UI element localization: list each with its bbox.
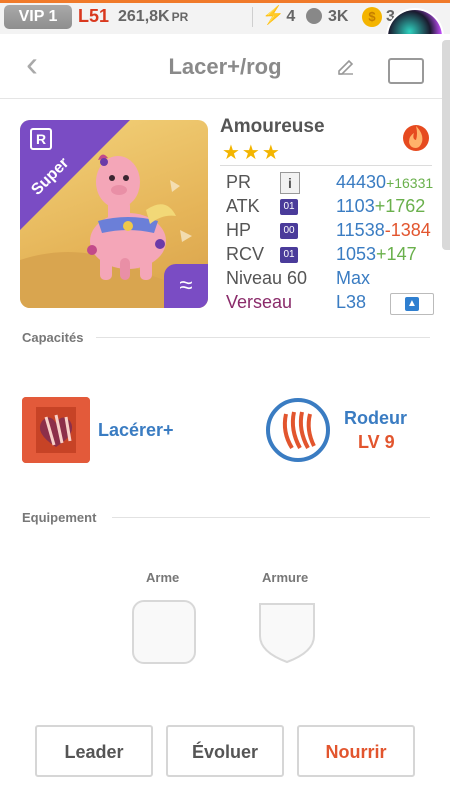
water-element-icon: ≈	[164, 264, 208, 308]
stat-row-sign: Verseau L38 ▲	[226, 292, 436, 316]
stat-value: 11538-1384	[336, 220, 431, 241]
stat-value: 44430+16331	[336, 172, 433, 193]
player-level: L51	[78, 6, 110, 26]
leader-button[interactable]: Leader	[35, 725, 153, 777]
weapon-slot[interactable]	[132, 600, 196, 664]
armor-slot[interactable]	[256, 600, 318, 664]
level-value: Max	[336, 268, 371, 288]
equipment-heading: Equipement	[22, 510, 97, 525]
armor-label: Armure	[262, 570, 309, 585]
rcv-bonus: +147	[376, 244, 417, 264]
scroll-edge	[442, 40, 450, 250]
evolve-button[interactable]: Évoluer	[166, 725, 284, 777]
page-title: Lacer+/rog	[168, 54, 282, 79]
pr-value: 44430	[336, 172, 387, 192]
stat-value: 1053+147	[336, 244, 417, 265]
leader-skill-name[interactable]: Rodeur	[344, 408, 407, 429]
pet-name: Amoureuse	[220, 116, 325, 137]
stat-row-atk: ATK 01 1103+1762	[226, 196, 436, 220]
energy-value: 4	[286, 8, 296, 25]
vip-badge[interactable]: VIP 1	[4, 5, 72, 29]
stat-label: ATK	[226, 196, 260, 216]
skill-lacerer-icon[interactable]	[22, 397, 90, 463]
llama-pet-illustration	[87, 154, 176, 280]
stat-row-level: Niveau 60 Max	[226, 268, 436, 292]
stat-badge: 01	[280, 199, 298, 215]
pr-bonus: +16331	[386, 175, 434, 191]
player-power-value: 261,8K	[118, 8, 170, 25]
leader-skill-icon[interactable]	[266, 398, 330, 462]
paw-count: 3K	[328, 8, 349, 25]
stat-row-rcv: RCV 01 1053+147	[226, 244, 436, 268]
player-power-unit: PR	[171, 10, 189, 24]
coin-icon: $	[362, 7, 382, 27]
stat-row-hp: HP 00 11538-1384	[226, 220, 436, 244]
stat-label: HP	[226, 220, 252, 240]
section-divider	[96, 337, 430, 338]
rcv-value: 1053	[336, 244, 377, 264]
atk-value: 1103	[336, 196, 375, 216]
status-bar: VIP 1 L51 261,8K PR ⚡ 4 3K $ 3	[0, 0, 450, 64]
capacities-heading: Capacités	[22, 330, 84, 345]
stat-label: RCV	[226, 244, 265, 264]
share-icon[interactable]	[388, 58, 424, 84]
stat-badge: 01	[280, 247, 298, 263]
atk-bonus: +1762	[374, 196, 426, 216]
info-icon[interactable]: i	[280, 172, 300, 194]
skill-name[interactable]: Lacérer+	[98, 420, 174, 441]
claw-marks-icon	[282, 411, 316, 450]
top-accent-line	[0, 0, 450, 3]
weapon-label: Arme	[146, 570, 180, 585]
stat-value: 1103+1762	[336, 196, 425, 217]
level-label: Niveau 60	[226, 268, 308, 288]
upgrade-button[interactable]: ▲	[390, 293, 434, 315]
lightning-icon: ⚡	[262, 5, 285, 25]
zodiac-level: L38	[336, 292, 367, 312]
section-divider	[112, 517, 430, 518]
paw-icon	[306, 8, 322, 24]
energy-counter[interactable]: ⚡ 4	[262, 5, 295, 26]
fire-element-icon	[403, 125, 429, 151]
claw-heart-icon	[22, 397, 90, 463]
leader-skill-level: LV 9	[358, 432, 395, 452]
hp-bonus: -1384	[384, 220, 431, 240]
page-header: ‹ Lacer+/rog	[0, 34, 450, 99]
stats-divider	[220, 165, 432, 166]
divider	[252, 7, 253, 27]
feed-button[interactable]: Nourrir	[297, 725, 415, 777]
player-power: 261,8K PR	[118, 8, 188, 26]
zodiac-label: Verseau	[226, 292, 293, 312]
pet-card-image[interactable]: R Super ≈	[20, 120, 208, 308]
hp-value: 11538	[336, 220, 385, 240]
stat-label: PR	[226, 172, 252, 192]
stat-badge: 00	[280, 223, 298, 239]
star-rating: ★★★	[222, 142, 282, 164]
rarity-r-icon: R	[30, 128, 52, 150]
up-arrow-icon: ▲	[405, 297, 419, 311]
pencil-icon[interactable]	[336, 56, 356, 76]
stat-row-pr: PR i 44430+16331	[226, 172, 436, 196]
